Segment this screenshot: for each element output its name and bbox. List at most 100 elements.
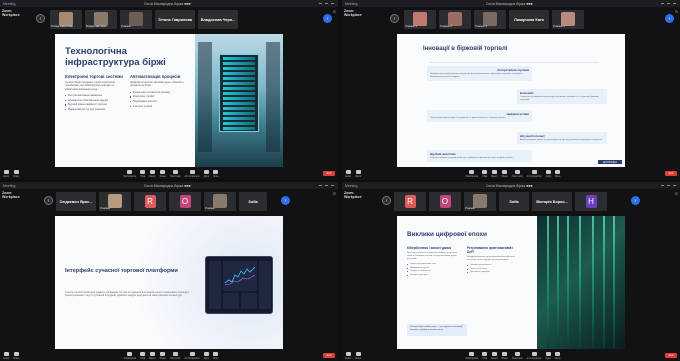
participant-tile[interactable]: Sofia [239, 192, 267, 211]
share-button[interactable]: Share [501, 351, 508, 360]
participants-button[interactable]: Participants [466, 169, 478, 178]
participant-tile[interactable]: Тетяна Гаврилова [50, 10, 82, 29]
participant-tile[interactable]: Учасник 2 [439, 10, 471, 29]
host-tools-button[interactable]: Host tools [170, 169, 180, 178]
meeting-menu[interactable]: Meeting [345, 184, 357, 188]
participant-tile[interactable]: H [575, 192, 607, 211]
video-button[interactable]: Video [355, 351, 361, 360]
close-icon[interactable] [673, 185, 676, 186]
audio-button[interactable]: Audio [3, 169, 9, 178]
end-button[interactable]: End [664, 353, 677, 358]
view-icon[interactable]: ⊞ [675, 191, 678, 196]
audio-button[interactable]: Audio [345, 351, 351, 360]
prev-page-button[interactable]: ‹ [390, 14, 399, 23]
next-page-button[interactable]: › [665, 14, 674, 23]
host-tools-button[interactable]: Host tools [512, 169, 522, 178]
ai-companion-button[interactable]: AI Companion [526, 169, 542, 178]
close-icon[interactable] [673, 3, 676, 4]
more-button[interactable]: More [555, 351, 561, 360]
apps-button[interactable]: Apps [546, 169, 551, 178]
ai-companion-button[interactable]: AI Companion [184, 169, 200, 178]
view-icon[interactable]: ⊞ [333, 191, 336, 196]
participants-button[interactable]: Participants [124, 351, 136, 360]
end-button[interactable]: End [322, 353, 335, 358]
participant-tile[interactable]: O [169, 192, 201, 211]
view-icon[interactable]: ⊞ [333, 9, 336, 14]
video-button[interactable]: Video [13, 169, 19, 178]
meeting-menu[interactable]: Meeting [3, 184, 15, 188]
participant-tile[interactable]: Вікторія Борис... [532, 192, 572, 211]
participant-tile[interactable]: Учасник [120, 10, 152, 29]
react-button[interactable]: React [149, 351, 155, 360]
react-button[interactable]: React [491, 169, 497, 178]
chat-button[interactable]: Chat [482, 351, 487, 360]
participant-tile[interactable]: Сюдкевич Ярос... [56, 192, 96, 211]
slide-title: Технологічна інфраструктура біржі [65, 46, 166, 68]
minimize-icon[interactable] [319, 185, 322, 186]
meeting-menu[interactable]: Meeting [345, 2, 357, 6]
apps-icon [545, 351, 551, 356]
apps-button[interactable]: Apps [545, 351, 551, 360]
end-button[interactable]: End [322, 171, 335, 176]
participants-button[interactable]: Participants [124, 169, 136, 178]
chat-button[interactable]: Chat [140, 169, 145, 178]
maximize-icon[interactable] [667, 3, 670, 4]
participant-tile[interactable]: Владислав Черн... [198, 10, 238, 29]
react-button[interactable]: React [491, 351, 497, 360]
prev-page-button[interactable]: ‹ [36, 14, 45, 23]
share-button[interactable]: Share [501, 169, 508, 178]
meeting-menu[interactable]: Meeting [3, 2, 15, 6]
ai-companion-button[interactable]: AI Companion [184, 351, 200, 360]
host-tools-button[interactable]: Host tools [170, 351, 180, 360]
participant-tile[interactable]: Учасник [204, 192, 236, 211]
participant-tile[interactable]: O [429, 192, 461, 211]
apps-icon [203, 351, 209, 356]
audio-button[interactable]: Audio [345, 169, 351, 178]
participant-tile[interactable]: Учасник 3 [474, 10, 506, 29]
share-button[interactable]: Share [159, 351, 166, 360]
prev-page-button[interactable]: ‹ [382, 196, 391, 205]
participant-tile[interactable]: R [394, 192, 426, 211]
video-button[interactable]: Video [355, 169, 361, 178]
apps-button[interactable]: Apps [203, 351, 209, 360]
minimize-icon[interactable] [661, 185, 664, 186]
minimize-icon[interactable] [319, 3, 322, 4]
participants-button[interactable]: Participants [466, 351, 478, 360]
share-button[interactable]: Share [159, 169, 166, 178]
participant-tile[interactable]: R [134, 192, 166, 211]
participant-tile[interactable]: Учасник [99, 192, 131, 211]
participant-tile[interactable]: Учасник [464, 192, 496, 211]
participant-tile[interactable]: Тетяна Гаврилова [155, 10, 195, 29]
maximize-icon[interactable] [667, 185, 670, 186]
participant-photo [448, 12, 462, 26]
react-button[interactable]: React [149, 169, 155, 178]
participant-tile[interactable]: Владислав Черн... [85, 10, 117, 29]
next-page-button[interactable]: › [631, 196, 640, 205]
apps-button[interactable]: Apps [204, 169, 209, 178]
share-screen-icon [160, 351, 166, 356]
more-button[interactable]: More [555, 169, 561, 178]
more-button[interactable]: More [213, 351, 219, 360]
audio-button[interactable]: Audio [3, 351, 9, 360]
column-heading: Автоматизація процесів [130, 74, 181, 79]
video-button[interactable]: Video [13, 351, 19, 360]
participant-tile[interactable]: Учасник 1 [404, 10, 436, 29]
participant-tile[interactable]: Sofia [499, 192, 529, 211]
view-icon[interactable]: ⊞ [675, 9, 678, 14]
participant-tile[interactable]: Учасник 4 [552, 10, 584, 29]
close-icon[interactable] [331, 3, 334, 4]
chat-button[interactable]: Chat [482, 169, 487, 178]
close-icon[interactable] [331, 185, 334, 186]
next-page-button[interactable]: › [281, 196, 290, 205]
chat-button[interactable]: Chat [140, 351, 145, 360]
next-page-button[interactable]: › [323, 14, 332, 23]
ai-companion-button[interactable]: AI Companion [526, 351, 542, 360]
end-button[interactable]: End [664, 171, 677, 176]
maximize-icon[interactable] [325, 3, 328, 4]
maximize-icon[interactable] [325, 185, 328, 186]
more-button[interactable]: More [213, 169, 219, 178]
minimize-icon[interactable] [661, 3, 664, 4]
host-tools-button[interactable]: Host tools [512, 351, 522, 360]
participant-tile[interactable]: Ликарчина Катя [509, 10, 549, 29]
prev-page-button[interactable]: ‹ [44, 196, 53, 205]
